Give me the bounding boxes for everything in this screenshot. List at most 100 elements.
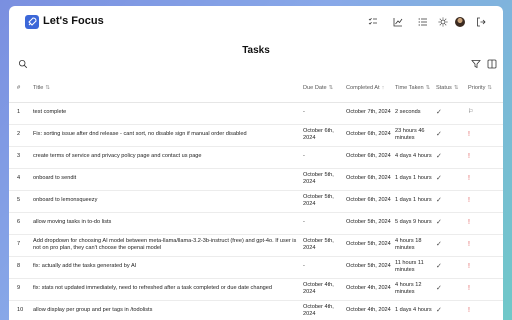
cell-priority[interactable]: ! — [466, 124, 503, 147]
check-icon: ✓ — [436, 152, 442, 160]
cell-priority[interactable]: ! — [466, 168, 503, 191]
list-check-icon[interactable] — [368, 17, 378, 27]
cell-priority[interactable]: ! — [466, 300, 503, 320]
cell-due-date: October 4th, 2024 — [301, 300, 344, 320]
priority-high-icon[interactable]: ! — [468, 263, 470, 270]
cell-priority[interactable]: ! — [466, 234, 503, 257]
cell-due-date: October 6th, 2024 — [301, 124, 344, 147]
cell-due-date: - — [301, 146, 344, 169]
cell-status: ✓ — [434, 278, 466, 301]
cell-priority[interactable]: ! — [466, 256, 503, 279]
table-row[interactable]: 1 test complete - October 7th, 2024 2 second… — [9, 102, 503, 125]
col-header-title[interactable]: Title ⇅ — [31, 74, 301, 103]
chart-icon[interactable] — [393, 17, 403, 27]
app-window: Let's Focus Tasks # Title ⇅ Due Date ⇅ C… — [9, 6, 503, 320]
cell-status: ✓ — [434, 146, 466, 169]
cell-status: ✓ — [434, 300, 466, 320]
col-header-status-label: Status — [436, 84, 452, 91]
cell-num: 7 — [9, 234, 31, 257]
flag-icon[interactable]: ⚐ — [468, 109, 473, 115]
sort-icon[interactable]: ⇅ — [426, 85, 431, 91]
cell-priority[interactable]: ! — [466, 146, 503, 169]
cell-title: Add dropdown for choosing AI model betwe… — [31, 234, 301, 257]
list-icon[interactable] — [418, 17, 428, 27]
col-header-taken[interactable]: Time Taken ⇅ — [393, 74, 434, 103]
cell-completed-at: October 4th, 2024 — [344, 278, 393, 301]
cell-time-taken: 1 days 4 hours — [393, 300, 434, 320]
avatar[interactable] — [455, 17, 465, 27]
table-row[interactable]: 8 fix: actually add the tasks generated b… — [9, 256, 503, 279]
cell-num: 4 — [9, 168, 31, 191]
col-header-completed[interactable]: Completed At ↑ — [344, 74, 393, 103]
priority-high-icon[interactable]: ! — [468, 197, 470, 204]
col-header-priority[interactable]: Priority ⇅ — [466, 74, 503, 103]
check-icon: ✓ — [436, 130, 442, 138]
cell-completed-at: October 6th, 2024 — [344, 146, 393, 169]
cell-status: ✓ — [434, 190, 466, 213]
check-icon: ✓ — [436, 174, 442, 182]
logout-icon[interactable] — [476, 17, 486, 27]
sun-icon[interactable] — [438, 17, 448, 27]
table-row[interactable]: 6 allow moving tasks in to-do lists - Octob… — [9, 212, 503, 235]
search-icon[interactable] — [18, 59, 28, 69]
cell-time-taken: 1 days 1 hours — [393, 168, 434, 191]
sort-asc-icon[interactable]: ↑ — [382, 85, 385, 91]
cell-title: Fix: sorting issue after dnd release - c… — [31, 124, 301, 147]
cell-time-taken: 11 hours 11 minutes — [393, 256, 434, 279]
check-icon: ✓ — [436, 218, 442, 226]
cell-completed-at: October 5th, 2024 — [344, 212, 393, 235]
priority-high-icon[interactable]: ! — [468, 307, 470, 314]
sort-icon[interactable]: ⇅ — [45, 85, 50, 91]
cell-completed-at: October 6th, 2024 — [344, 190, 393, 213]
priority-high-icon[interactable]: ! — [468, 285, 470, 292]
col-header-title-label: Title — [33, 84, 44, 91]
table-row[interactable]: 10 allow display per group and per tags i… — [9, 300, 503, 320]
priority-high-icon[interactable]: ! — [468, 219, 470, 226]
cell-status: ✓ — [434, 234, 466, 257]
rocket-logo-icon[interactable] — [25, 15, 39, 29]
header: Let's Focus — [9, 6, 503, 40]
cell-priority[interactable]: ! — [466, 212, 503, 235]
cell-time-taken: 23 hours 46 minutes — [393, 124, 434, 147]
col-header-status[interactable]: Status ⇅ — [434, 74, 466, 103]
sort-icon[interactable]: ⇅ — [487, 85, 492, 91]
app-title[interactable]: Let's Focus — [43, 15, 104, 27]
cell-title: create terms of service and privacy poli… — [31, 146, 301, 169]
table-row[interactable]: 3 create terms of service and privacy pol… — [9, 146, 503, 169]
check-icon: ✓ — [436, 306, 442, 314]
cell-priority[interactable]: ⚐ — [466, 102, 503, 125]
priority-high-icon[interactable]: ! — [468, 241, 470, 248]
cell-title: test complete — [31, 102, 301, 125]
sort-icon[interactable]: ⇅ — [329, 85, 334, 91]
table-row[interactable]: 9 fix: stats not updated immediately, nee… — [9, 278, 503, 301]
table-row[interactable]: 5 onboard to lemonsqueezy October 5th, 202… — [9, 190, 503, 213]
table-row[interactable]: 7 Add dropdown for choosing AI model betw… — [9, 234, 503, 257]
cell-due-date: October 4th, 2024 — [301, 278, 344, 301]
table-row[interactable]: 4 onboard to sendit October 5th, 2024 Octob… — [9, 168, 503, 191]
cell-status: ✓ — [434, 256, 466, 279]
table-header-row: # Title ⇅ Due Date ⇅ Completed At ↑ Time Ta… — [9, 74, 503, 103]
priority-high-icon[interactable]: ! — [468, 153, 470, 160]
check-icon: ✓ — [436, 240, 442, 248]
cell-time-taken: 4 days 4 hours — [393, 146, 434, 169]
cell-priority[interactable]: ! — [466, 190, 503, 213]
cell-num: 5 — [9, 190, 31, 213]
cell-completed-at: October 6th, 2024 — [344, 168, 393, 191]
cell-title: allow display per group and per tags in … — [31, 300, 301, 320]
check-icon: ✓ — [436, 262, 442, 270]
col-header-due[interactable]: Due Date ⇅ — [301, 74, 344, 103]
priority-high-icon[interactable]: ! — [468, 131, 470, 138]
cell-due-date: - — [301, 256, 344, 279]
cell-num: 10 — [9, 300, 31, 320]
filter-icon[interactable] — [471, 59, 481, 69]
cell-time-taken: 1 days 1 hours — [393, 190, 434, 213]
table-row[interactable]: 2 Fix: sorting issue after dnd release - … — [9, 124, 503, 147]
check-icon: ✓ — [436, 196, 442, 204]
col-header-due-label: Due Date — [303, 84, 327, 91]
cell-priority[interactable]: ! — [466, 278, 503, 301]
cell-num: 3 — [9, 146, 31, 169]
columns-icon[interactable] — [487, 59, 497, 69]
priority-high-icon[interactable]: ! — [468, 175, 470, 182]
cell-title: onboard to sendit — [31, 168, 301, 191]
sort-icon[interactable]: ⇅ — [454, 85, 459, 91]
